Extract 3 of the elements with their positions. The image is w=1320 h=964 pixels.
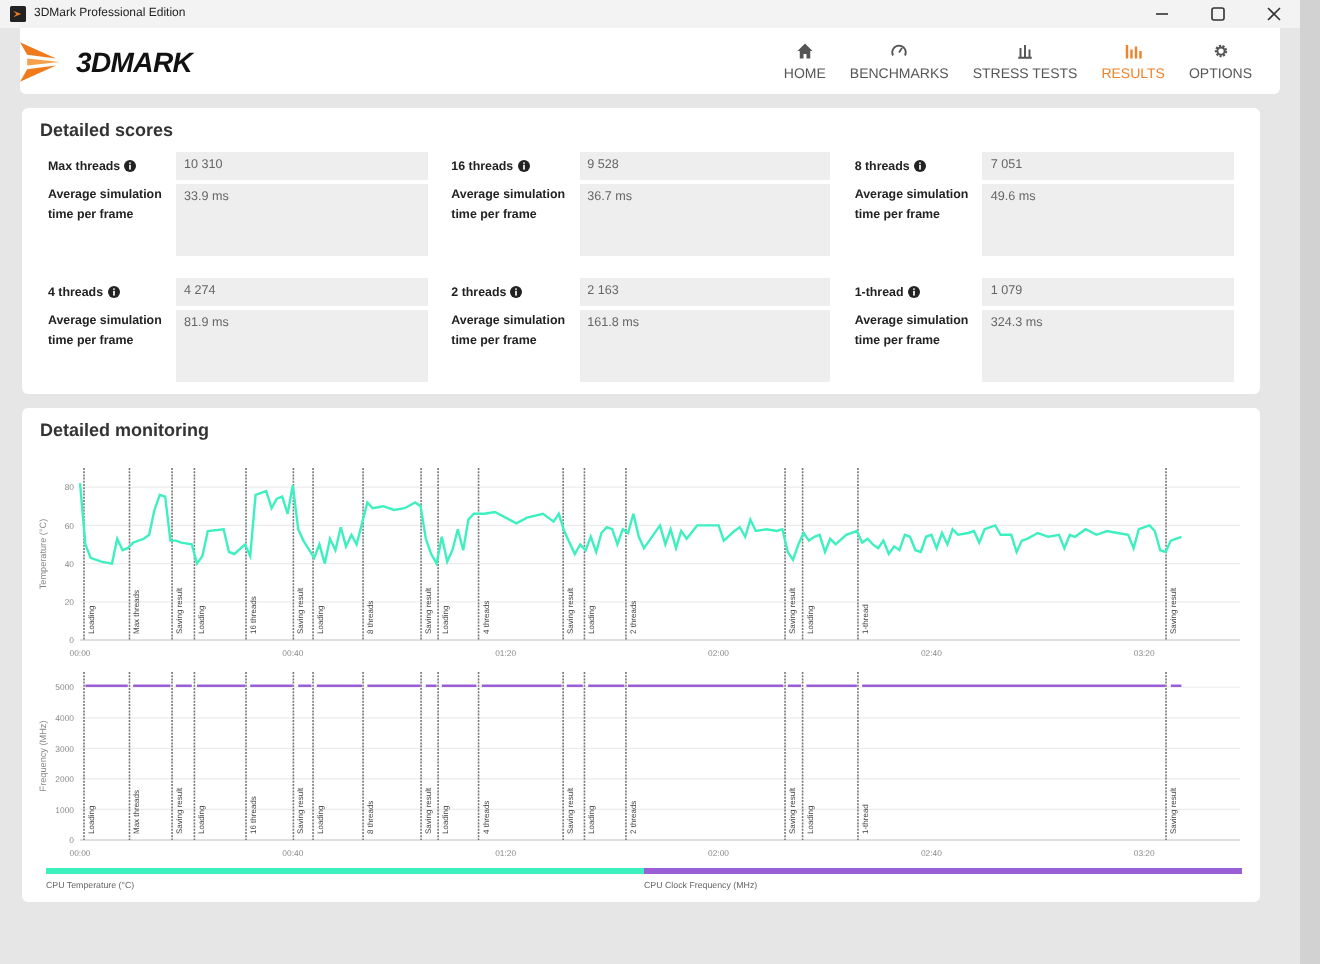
section-title: Detailed scores [40, 120, 176, 140]
logo-text: 3DMARK [76, 45, 193, 77]
section-title: Detailed monitoring [40, 420, 212, 440]
